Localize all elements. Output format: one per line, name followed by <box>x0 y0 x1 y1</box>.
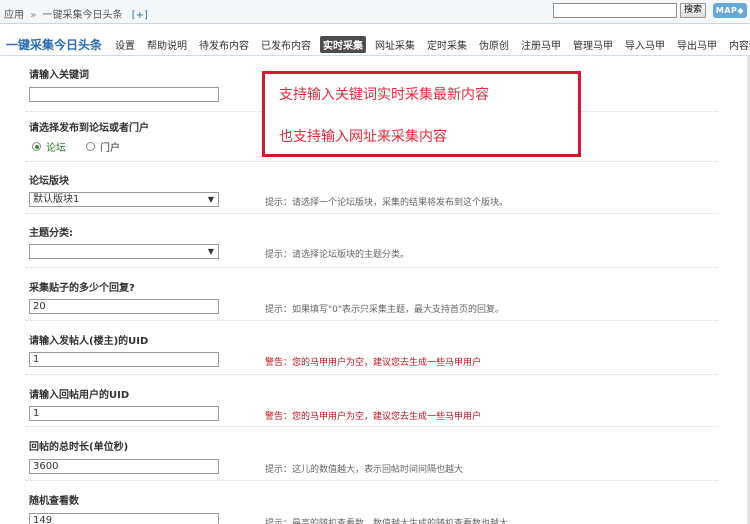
poster-uid-row: 请输入发帖人(楼主)的UID 1 警告：您的马甲用户为空，建议您去生成一些马甲用… <box>26 321 718 375</box>
nav-tabs: 设置 帮助说明 待发布内容 已发布内容 实时采集 网址采集 定时采集 伪原创 注… <box>112 36 750 53</box>
poster-uid-warning: 警告：您的马甲用户为空，建议您去生成一些马甲用户 <box>265 358 482 368</box>
tab-export-accounts[interactable]: 导出马甲 <box>674 36 720 53</box>
breadcrumb-separator: » <box>30 10 37 21</box>
views-input[interactable]: 149 <box>29 513 219 524</box>
board-select[interactable]: 默认版块1 ▼ <box>29 192 219 207</box>
breadcrumb-current[interactable]: 一键采集今日头条 <box>43 10 123 21</box>
duration-hint: 提示：这儿的数值越大，表示回帖时间间隔也越大 <box>265 465 464 475</box>
reply-uid-row: 请输入回帖用户的UID 1 警告：您的马甲用户为空，建议您去生成一些马甲用户 <box>26 375 718 427</box>
keyword-input[interactable] <box>29 87 219 102</box>
topic-select[interactable]: ▼ <box>29 244 219 259</box>
replies-label: 采集贴子的多少个回复? <box>29 283 135 294</box>
views-label: 随机查看数 <box>29 496 79 507</box>
radio-forum-label: 论坛 <box>46 143 66 154</box>
tab-scheduled-collect[interactable]: 定时采集 <box>424 36 470 53</box>
tab-realtime-collect[interactable]: 实时采集 <box>320 36 366 53</box>
radio-portal-label: 门户 <box>100 143 120 154</box>
radio-unchecked-icon <box>86 142 95 151</box>
callout-line-2: 也支持输入网址来采集内容 <box>279 129 447 145</box>
plugin-nav: 一键采集今日头条 设置 帮助说明 待发布内容 已发布内容 实时采集 网址采集 定… <box>0 26 750 56</box>
board-label: 论坛版块 <box>29 176 69 187</box>
views-hint: 提示：最高的随机查看数，数值越大生成的随机查看数也越大。 <box>265 519 518 524</box>
callout-line-1: 支持输入关键词实时采集最新内容 <box>279 87 489 103</box>
poster-uid-input[interactable]: 1 <box>29 352 219 367</box>
duration-row: 回帖的总时长(单位秒) 3600 提示：这儿的数值越大，表示回帖时间间隔也越大 <box>26 427 718 481</box>
tab-pseudo-original[interactable]: 伪原创 <box>476 36 512 53</box>
dropdown-arrow-icon: ▼ <box>207 195 214 204</box>
duration-input[interactable]: 3600 <box>29 459 219 474</box>
reply-uid-label: 请输入回帖用户的UID <box>29 390 130 401</box>
reply-uid-input[interactable]: 1 <box>29 406 219 421</box>
plugin-title: 一键采集今日头条 <box>6 38 103 52</box>
publish-target-radios: 论坛 门户 <box>32 139 120 154</box>
board-hint: 提示：请选择一个论坛版块，采集的结果将发布到这个版块。 <box>265 198 509 208</box>
poster-uid-label: 请输入发帖人(楼主)的UID <box>29 336 149 347</box>
radio-portal[interactable]: 门户 <box>86 139 120 154</box>
reply-uid-warning: 警告：您的马甲用户为空，建议您去生成一些马甲用户 <box>265 412 482 422</box>
replies-row: 采集贴子的多少个回复? 20 提示：如果填写"0"表示只采集主题，最大支持首页的… <box>26 268 718 321</box>
duration-label: 回帖的总时长(单位秒) <box>29 442 129 453</box>
top-bar: 应用 » 一键采集今日头条 [+] 搜索 MAP◆ <box>0 0 750 24</box>
tab-help[interactable]: 帮助说明 <box>144 36 190 53</box>
map-button[interactable]: MAP◆ <box>713 3 747 18</box>
replies-input[interactable]: 20 <box>29 299 219 314</box>
topic-row: 主题分类: ▼ 提示：请选择论坛版块的主题分类。 <box>26 214 718 268</box>
board-select-value: 默认版块1 <box>33 194 80 205</box>
tab-import-accounts[interactable]: 导入马甲 <box>622 36 668 53</box>
annotation-callout: 支持输入关键词实时采集最新内容 也支持输入网址来采集内容 <box>262 71 581 157</box>
board-row: 论坛版块 默认版块1 ▼ 提示：请选择一个论坛版块，采集的结果将发布到这个版块。 <box>26 162 718 214</box>
views-row: 随机查看数 149 提示：最高的随机查看数，数值越大生成的随机查看数也越大。 <box>26 481 718 524</box>
breadcrumb: 应用 » 一键采集今日头条 [+] <box>4 6 148 21</box>
search-input[interactable] <box>553 3 677 18</box>
replies-hint: 提示：如果填写"0"表示只采集主题，最大支持首页的回复。 <box>265 305 505 315</box>
tab-recycle-bin[interactable]: 内容回收站 <box>726 36 750 53</box>
publish-target-label: 请选择发布到论坛或者门户 <box>29 123 149 134</box>
breadcrumb-root[interactable]: 应用 <box>4 10 24 21</box>
search-button[interactable]: 搜索 <box>680 3 706 18</box>
tab-manage-accounts[interactable]: 管理马甲 <box>570 36 616 53</box>
radio-checked-icon <box>32 142 41 151</box>
topic-label: 主题分类: <box>29 228 73 239</box>
radio-forum[interactable]: 论坛 <box>32 139 66 154</box>
tab-published-content[interactable]: 已发布内容 <box>258 36 314 53</box>
tab-settings[interactable]: 设置 <box>112 36 138 53</box>
tab-url-collect[interactable]: 网址采集 <box>372 36 418 53</box>
tab-register-accounts[interactable]: 注册马甲 <box>518 36 564 53</box>
keyword-label: 请输入关键词 <box>29 70 89 81</box>
add-shortcut-link[interactable]: [+] <box>132 10 148 21</box>
dropdown-arrow-icon: ▼ <box>207 247 214 256</box>
topic-hint: 提示：请选择论坛版块的主题分类。 <box>265 250 410 260</box>
tab-pending-content[interactable]: 待发布内容 <box>196 36 252 53</box>
